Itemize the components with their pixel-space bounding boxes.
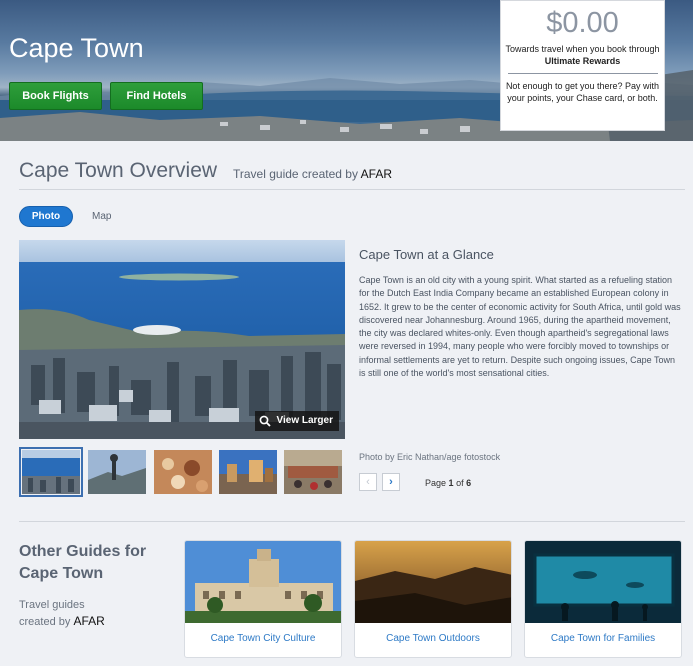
page-indicator: Page 1 of 6 [425,478,471,488]
section-divider [19,521,685,522]
overview-title: Cape Town Overview [19,159,218,182]
rewards-note: Not enough to get you there? Pay with yo… [505,81,660,103]
thumbnail-3[interactable] [154,450,212,494]
rewards-program-name: Ultimate Rewards [544,56,621,66]
thumbnail-1[interactable] [19,447,83,497]
guide-card-families-image [525,541,681,623]
guide-card-families-label: Cape Town for Families [550,633,656,644]
afar-link[interactable]: AFAR [361,167,392,181]
glance-description: Cape Town is an old city with a young sp… [359,275,681,379]
find-hotels-button[interactable]: Find Hotels [110,82,203,110]
other-guides-subtitle: Travel guides created by AFAR [19,597,105,630]
overview-divider [19,189,685,190]
rewards-amount: $0.00 [546,7,619,39]
prev-page-button[interactable]: ‹ [359,473,377,491]
chevron-right-icon: › [389,476,393,488]
overview-subtitle: Travel guide created by AFAR [233,167,392,181]
guide-card-city-culture-label: Cape Town City Culture [210,633,316,644]
view-larger-button[interactable]: View Larger [255,411,339,431]
tab-map[interactable]: Map [92,211,111,222]
rewards-towards-label: Towards travel when you book through [505,44,660,54]
photo-credit: Photo by Eric Nathan/age fotostock [359,452,501,462]
guide-card-city-culture-image [185,541,341,623]
chevron-left-icon: ‹ [366,476,370,488]
thumbnail-4-image [219,450,277,494]
book-flights-button[interactable]: Book Flights [9,82,102,110]
guide-card-outdoors-image [355,541,511,623]
main-photo-image [19,240,345,439]
rewards-panel: $0.00 Towards travel when you book throu… [500,0,665,131]
next-page-button[interactable]: › [382,473,400,491]
page-of: of [456,478,464,488]
overview-subtitle-prefix: Travel guide created by [233,167,358,181]
other-guides-sub-created: created by [19,616,71,628]
page-total: 6 [466,478,472,488]
thumbnail-2-image [88,450,146,494]
hero-title: Cape Town [9,33,144,63]
thumbnail-3-image [154,450,212,494]
view-larger-label: View Larger [276,415,333,426]
glance-title: Cape Town at a Glance [359,247,494,262]
other-guides-sub-prefix: Travel guides [19,599,85,611]
thumbnail-1-image [22,450,80,494]
tab-photo[interactable]: Photo [19,206,73,227]
guide-card-outdoors[interactable]: Cape Town Outdoors [354,540,512,658]
thumbnail-4[interactable] [219,450,277,494]
guide-card-outdoors-label: Cape Town Outdoors [386,633,480,644]
page-indicator-prefix: Page [425,478,447,488]
magnifier-icon [260,415,272,427]
main-photo[interactable]: View Larger [19,240,345,439]
rewards-divider [507,73,658,74]
other-guides-title: Other Guides for Cape Town [19,543,147,582]
page-current: 1 [448,478,454,488]
guide-card-families[interactable]: Cape Town for Families [524,540,682,658]
thumbnail-5-image [284,450,342,494]
thumbnail-2[interactable] [88,450,146,494]
other-guides-afar-link[interactable]: AFAR [73,614,104,628]
rewards-towards-text: Towards travel when you book through Ult… [501,43,664,67]
guide-card-city-culture[interactable]: Cape Town City Culture [184,540,342,658]
thumbnail-5[interactable] [284,450,342,494]
